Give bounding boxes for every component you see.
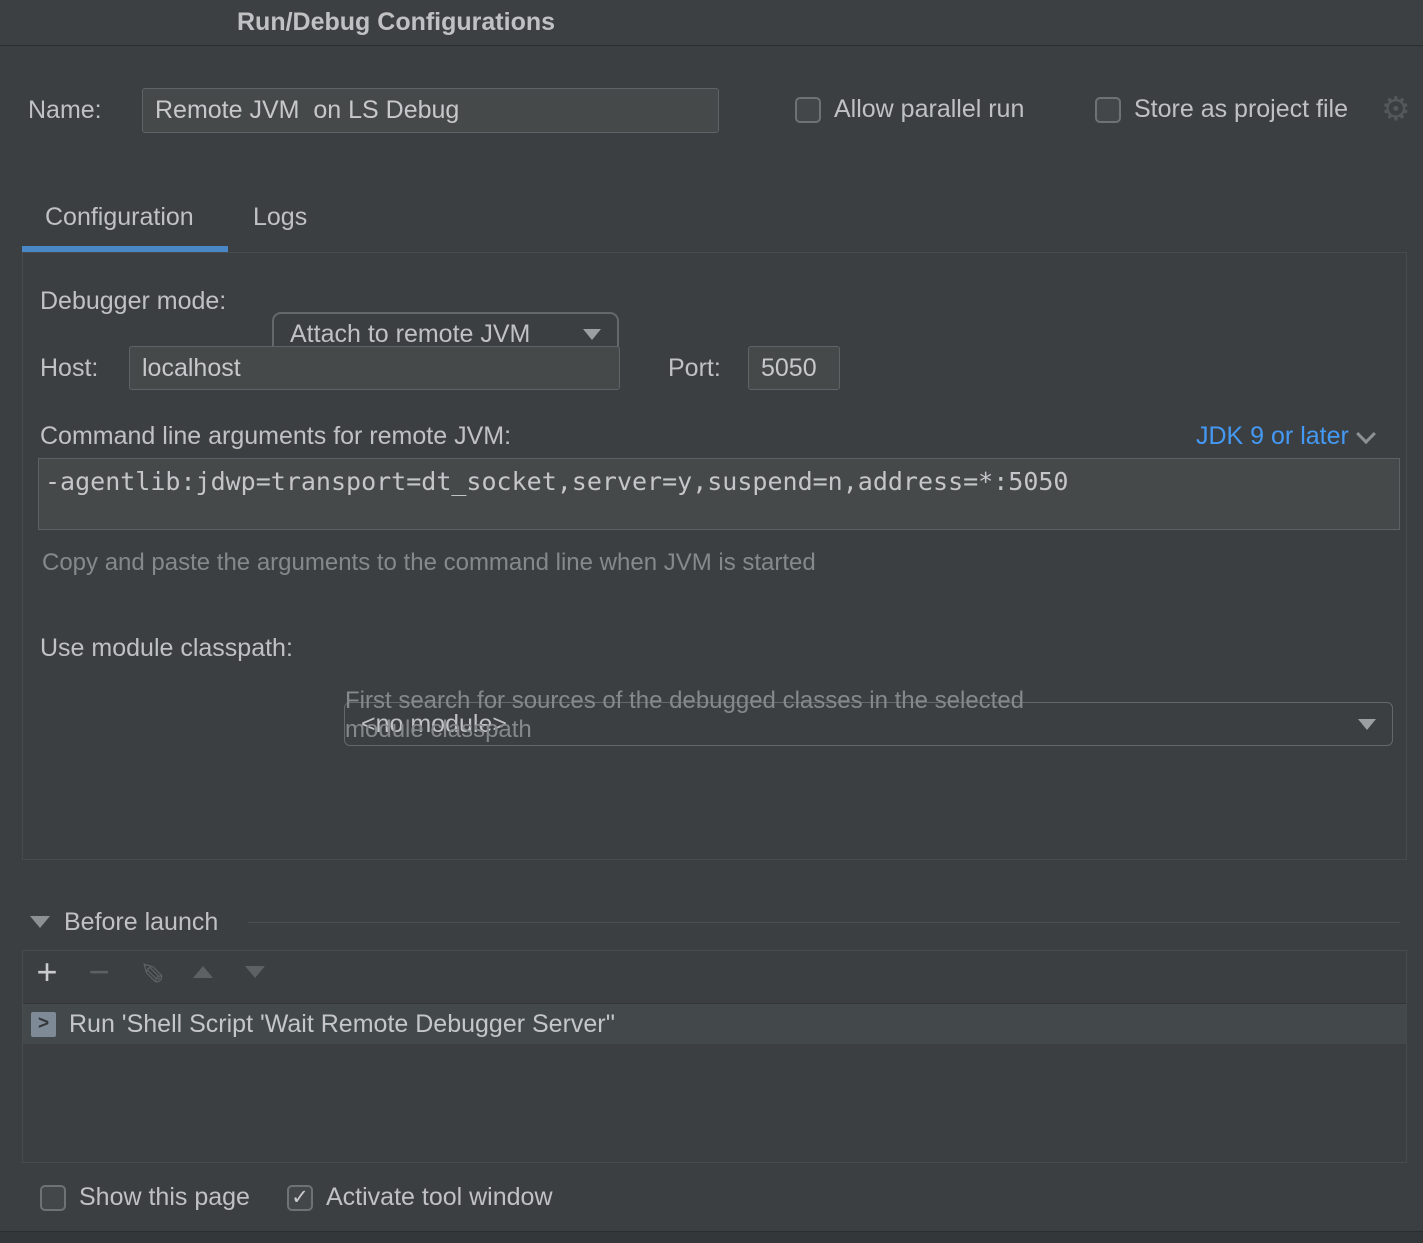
tab-configuration[interactable]: Configuration [45,203,194,232]
before-launch-title: Before launch [64,908,218,937]
minus-icon: − [88,954,109,990]
add-button[interactable]: + [30,955,64,989]
remove-button[interactable]: − [82,955,116,989]
cmdline-hint: Copy and paste the arguments to the comm… [42,548,816,577]
host-label: Host: [40,354,98,383]
module-classpath-label: Use module classpath: [40,634,293,663]
chevron-down-icon [1358,719,1376,730]
arrow-down-icon [245,966,265,978]
activate-tool-window-checkbox[interactable]: ✓ [287,1185,313,1211]
shell-script-run-icon: > [31,1012,56,1037]
module-classpath-hint: First search for sources of the debugged… [345,686,1024,744]
debugger-mode-value: Attach to remote JVM [290,320,530,349]
activate-tool-window-label: Activate tool window [326,1183,553,1212]
module-classpath-hint-line1: First search for sources of the debugged… [345,686,1024,715]
dialog-title-bar [0,0,1423,46]
module-classpath-hint-line2: module classpath [345,715,1024,744]
gear-icon: ⚙ [1381,90,1411,127]
host-input[interactable] [129,346,620,390]
move-down-button[interactable] [238,955,272,989]
name-label: Name: [28,96,102,125]
cmdline-arguments-box[interactable]: -agentlib:jdwp=transport=dt_socket,serve… [38,458,1400,530]
before-launch-collapse-icon[interactable] [30,916,50,928]
chevron-down-icon [1356,424,1376,444]
move-up-button[interactable] [186,955,220,989]
pencil-icon: ✎ [133,959,168,984]
name-input[interactable] [142,88,719,133]
cmdline-label: Command line arguments for remote JVM: [40,422,511,451]
before-launch-toolbar: + − ✎ [30,955,272,989]
tab-logs[interactable]: Logs [253,203,307,232]
show-this-page-label: Show this page [79,1183,250,1212]
plus-icon: + [36,954,57,990]
jdk-version-value: JDK 9 or later [1196,422,1349,451]
debugger-mode-label: Debugger mode: [40,287,226,316]
allow-parallel-run-option[interactable]: Allow parallel run [795,95,1024,124]
before-launch-task-label: Run 'Shell Script 'Wait Remote Debugger … [69,1010,615,1039]
store-as-project-file-option[interactable]: Store as project file [1095,95,1348,124]
before-launch-task-row[interactable]: > Run 'Shell Script 'Wait Remote Debugge… [23,1003,1406,1044]
edit-button[interactable]: ✎ [134,955,168,989]
port-input[interactable] [748,346,840,390]
show-this-page-option[interactable]: Show this page [40,1183,250,1212]
allow-parallel-run-label: Allow parallel run [834,95,1024,124]
show-this-page-checkbox[interactable] [40,1185,66,1211]
activate-tool-window-option[interactable]: ✓ Activate tool window [287,1183,553,1212]
port-label: Port: [668,354,721,383]
store-settings-gear-icon[interactable]: ⚙ [1381,92,1423,125]
chevron-down-icon [583,329,601,340]
arrow-up-icon [193,966,213,978]
jdk-version-selector[interactable]: JDK 9 or later [1196,422,1373,451]
allow-parallel-run-checkbox[interactable] [795,97,821,123]
store-as-project-file-label: Store as project file [1134,95,1348,124]
dialog-title: Run/Debug Configurations [237,0,555,45]
dialog-bottom-edge [0,1231,1423,1243]
before-launch-separator [248,922,1400,923]
store-as-project-file-checkbox[interactable] [1095,97,1121,123]
